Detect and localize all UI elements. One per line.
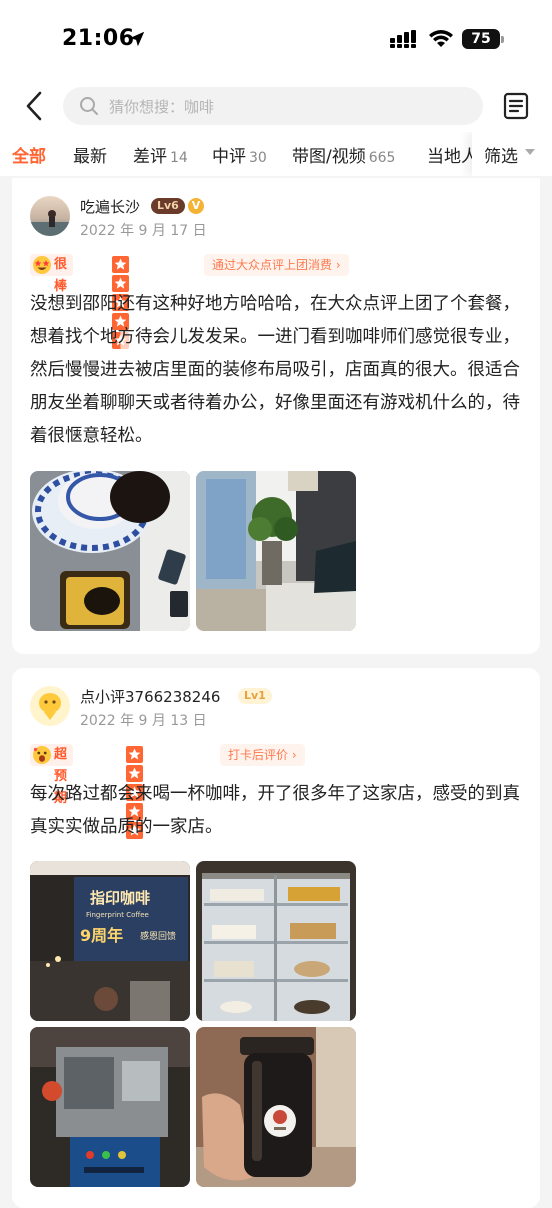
review-filter-tabs: 全部 最新 差评 14 中评 30 带图/视频 665 当地人 筛选 — [0, 132, 552, 176]
user-name[interactable]: 吃遍长沙 — [80, 196, 140, 217]
search-icon — [80, 97, 98, 115]
tab-label: 差评 — [133, 147, 167, 167]
review-date: 2022 年 9 月 17 日 — [80, 223, 207, 239]
star-rating — [112, 256, 130, 349]
review-source-tag[interactable]: 通过大众点评上团消费 › — [204, 254, 349, 276]
tab-label: 最新 — [73, 147, 107, 167]
mood-tag: 超预期 — [30, 744, 74, 806]
review-card[interactable]: 吃遍长沙 Lv6 V 2022 年 9 月 17 日 很棒 通过大众点评上团消费… — [12, 178, 540, 654]
tab-label: 带图/视频 — [292, 147, 366, 167]
verified-badge-icon: V — [188, 198, 204, 214]
back-arrow-icon[interactable] — [22, 90, 48, 122]
tab-with-media[interactable]: 带图/视频 665 — [292, 142, 395, 167]
status-time: 21:06 — [62, 26, 135, 51]
tab-locals[interactable]: 当地人 — [427, 142, 478, 167]
tab-label: 全部 — [12, 147, 46, 167]
sign-subtitle: Fingerprint Coffee — [86, 911, 149, 919]
cellular-signal-icon — [390, 30, 416, 48]
review-photo[interactable] — [196, 471, 356, 631]
star-icon — [112, 256, 129, 273]
tab-all[interactable]: 全部 — [12, 142, 46, 167]
avatar[interactable] — [30, 196, 70, 236]
review-text[interactable]: 没想到邵阳还有这种好地方哈哈哈，在大众点评上团了个套餐，想着找个地方待会儿发发呆… — [30, 288, 526, 453]
sign-thanks: 感恩回馈 — [140, 930, 176, 942]
sign-title: 指印咖啡 — [90, 889, 150, 907]
location-arrow-icon — [129, 31, 145, 47]
star-rating — [126, 746, 144, 839]
search-input[interactable]: 猜你想搜：咖啡 — [63, 87, 483, 125]
tab-latest[interactable]: 最新 — [73, 142, 107, 167]
tab-label: 当地人 — [427, 147, 478, 167]
tab-label: 中评 — [212, 147, 246, 167]
review-photo[interactable]: 指印咖啡 Fingerprint Coffee 9周年 感恩回馈 — [30, 861, 190, 1021]
status-bar: 21:06 75 — [0, 0, 552, 80]
star-icon — [126, 746, 143, 763]
review-source-tag[interactable]: 打卡后评价 › — [220, 744, 305, 766]
tab-neutral[interactable]: 中评 30 — [212, 142, 267, 167]
user-name[interactable]: 点小评3766238246 — [80, 686, 220, 707]
filter-label: 筛选 — [484, 147, 518, 167]
user-level-badge: Lv1 — [238, 688, 272, 704]
mood-tag: 很棒 — [30, 254, 74, 294]
tab-count: 665 — [368, 150, 396, 166]
review-photo[interactable] — [196, 1027, 356, 1187]
filter-button[interactable]: 筛选 — [472, 132, 552, 176]
surprised-face-emoji-icon — [33, 746, 51, 764]
search-placeholder: 猜你想搜：咖啡 — [109, 98, 215, 116]
tab-count: 14 — [170, 150, 188, 166]
review-photo[interactable] — [196, 861, 356, 1021]
review-photo[interactable] — [30, 1027, 190, 1187]
sign-anniversary: 9周年 — [80, 926, 123, 945]
caret-down-icon — [525, 149, 535, 155]
review-card[interactable]: 点小评3766238246 Lv1 2022 年 9 月 13 日 超预期 打卡… — [12, 668, 540, 1208]
review-photo[interactable] — [30, 471, 190, 631]
tab-negative[interactable]: 差评 14 — [133, 142, 188, 167]
user-level-badge: Lv6 — [151, 198, 185, 214]
wifi-icon — [429, 30, 453, 47]
battery-indicator: 75 — [462, 29, 504, 49]
top-navigation: 猜你想搜：咖啡 — [0, 80, 552, 132]
star-eyes-emoji-icon — [33, 256, 51, 274]
review-date: 2022 年 9 月 13 日 — [80, 713, 207, 729]
avatar[interactable] — [30, 686, 70, 726]
tab-count: 30 — [249, 150, 267, 166]
notes-list-icon[interactable] — [503, 92, 529, 120]
review-text[interactable]: 每次路过都会来喝一杯咖啡，开了很多年了这家店，感受的到真真实实做品质的一家店。 — [30, 778, 526, 844]
